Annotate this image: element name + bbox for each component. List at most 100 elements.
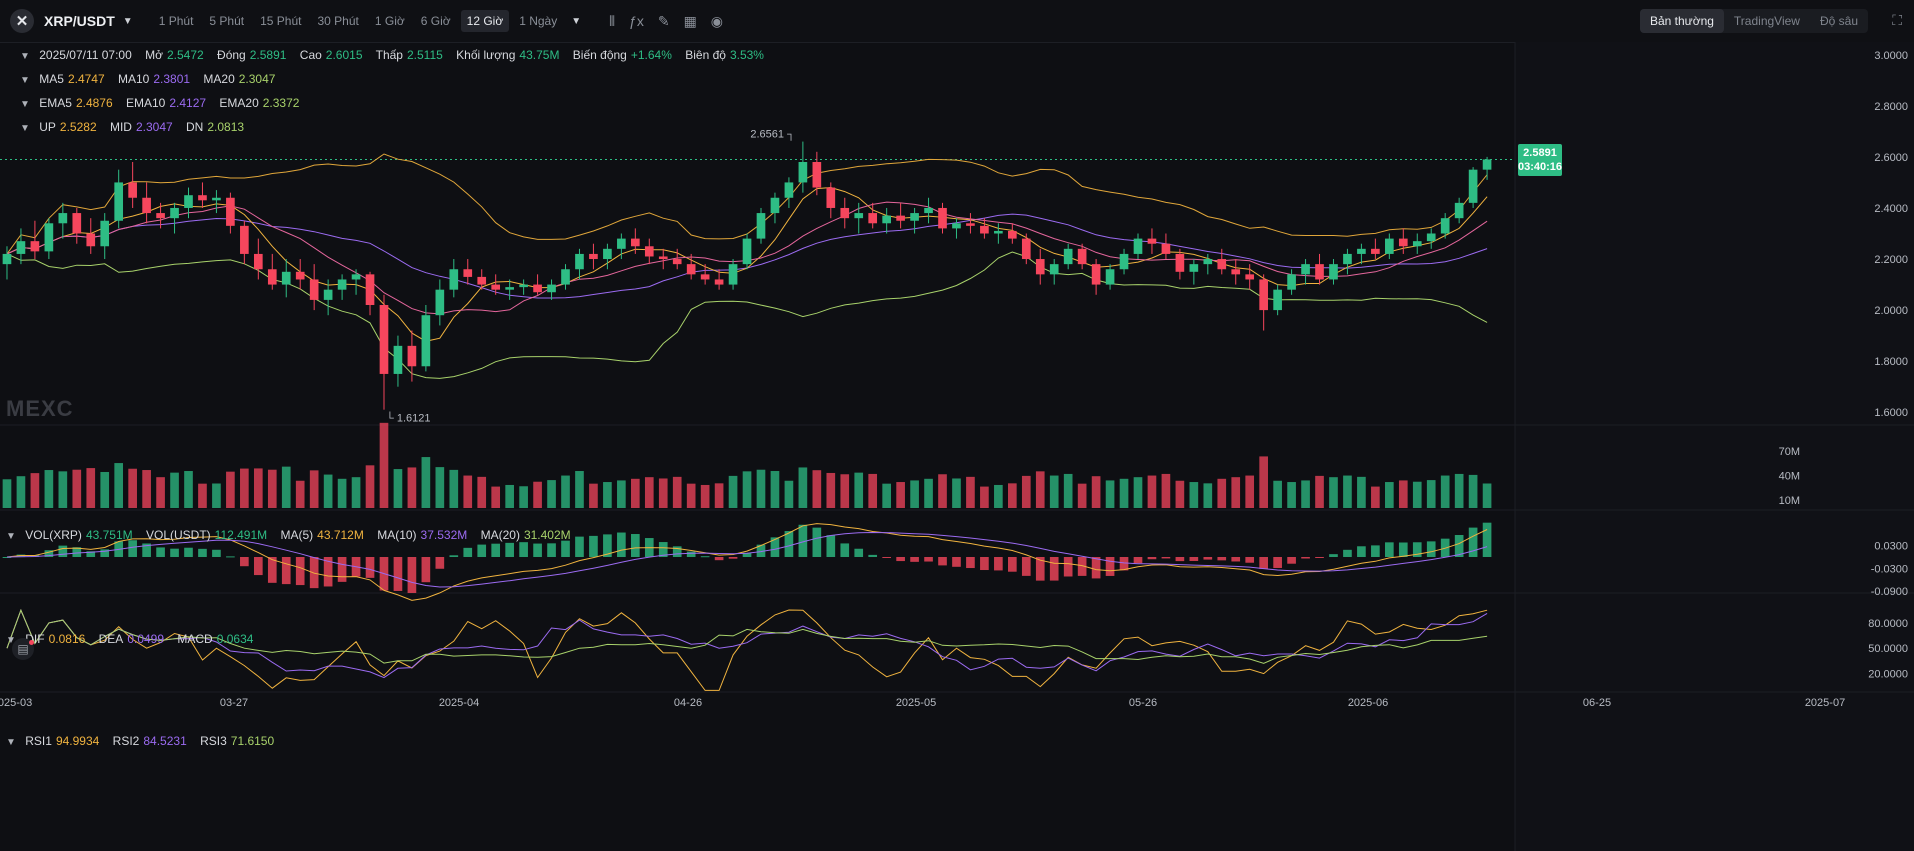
macd-histogram-bar — [435, 557, 445, 569]
volume-bar — [547, 480, 556, 508]
ohlc-time: 2025/07/11 07:00 — [39, 48, 132, 62]
volume-bar — [1189, 482, 1199, 508]
volume-bar — [700, 484, 710, 508]
kline-chart[interactable]: 2.6561 ┐ └ 1.6121 3.0000 2.8000 2.6000 2.4000… — [0, 42, 1914, 851]
volume-bar — [58, 471, 68, 508]
macd-histogram-bar — [1426, 541, 1436, 557]
vol-ma5-value: 43.712M — [317, 528, 364, 542]
vol-ma20-value: 31.402M — [523, 528, 571, 542]
chevron-down-icon[interactable]: ▼ — [6, 737, 16, 748]
volume-bar — [142, 470, 151, 508]
layout-icon[interactable]: ▦ — [684, 13, 697, 30]
rsi-axis-label: 20.0000 — [1868, 669, 1908, 681]
volume-bar — [309, 470, 319, 508]
candle-type-icon[interactable]: ⫴ — [609, 13, 615, 30]
interval-5m[interactable]: 5 Phút — [203, 10, 250, 32]
volume-bar — [212, 483, 221, 508]
chevron-down-icon[interactable]: ▼ — [20, 99, 30, 110]
candle-body — [114, 182, 124, 221]
candle-body — [1147, 238, 1157, 244]
chevron-down-icon[interactable]: ▼ — [6, 531, 16, 542]
interval-30m[interactable]: 30 Phút — [311, 10, 364, 32]
draw-icon[interactable]: ✎ — [658, 13, 670, 30]
high-label: Cao — [299, 48, 322, 62]
view-tab-depth[interactable]: Độ sâu — [1810, 9, 1868, 33]
interval-12h[interactable]: 12 Giờ — [460, 10, 510, 32]
volume-bar — [868, 473, 878, 508]
macd-histogram-bar — [156, 547, 165, 557]
rsi-axis-label: 50.0000 — [1868, 643, 1908, 655]
volume-bar — [1091, 476, 1101, 508]
chevron-down-icon[interactable]: ▼ — [123, 16, 133, 27]
candle-body — [1077, 248, 1087, 265]
view-tab-tradingview[interactable]: TradingView — [1724, 9, 1810, 33]
exchange-watermark: MEXC — [6, 396, 74, 421]
candle-body — [365, 274, 375, 305]
volume-bar — [1203, 483, 1213, 508]
ema5-label: EMA5 — [39, 96, 72, 110]
interval-1h[interactable]: 1 Giờ — [369, 10, 411, 32]
candle-body — [393, 345, 403, 374]
candle-body — [226, 197, 235, 226]
candle-body — [309, 279, 319, 300]
close-icon[interactable]: ✕ — [10, 9, 34, 33]
candle-body — [379, 304, 389, 374]
time-axis-label: 2025-06 — [1348, 697, 1388, 709]
interval-1d[interactable]: 1 Ngày — [513, 10, 563, 32]
vol-usdt-label: VOL(USDT) — [145, 528, 211, 542]
candle-body — [16, 241, 26, 254]
macd-histogram-bar — [1245, 557, 1255, 563]
volume-bar — [1329, 477, 1338, 508]
rsi3-value: 71.6150 — [230, 734, 275, 748]
macd-histogram-bar — [882, 557, 891, 558]
candle-body — [1105, 269, 1115, 285]
candle-body — [1007, 230, 1017, 239]
volume-bar — [742, 471, 752, 508]
view-tab-normal[interactable]: Bản thường — [1639, 9, 1724, 33]
candle-body — [728, 264, 738, 285]
vol-xrp-value: 43.751M — [85, 528, 133, 542]
camera-icon[interactable]: ◉ — [711, 13, 723, 30]
volume-bar — [910, 480, 919, 508]
candle-body — [267, 269, 277, 285]
macd-histogram-bar — [198, 548, 207, 557]
candle-body — [896, 215, 905, 221]
ma-legend: ▼ MA5 2.4747 MA10 2.3801 MA20 2.3047 — [20, 72, 285, 86]
candle-body — [170, 207, 179, 219]
candle-body — [770, 197, 780, 214]
candle-body — [463, 269, 473, 277]
macd-histogram-bar — [1217, 557, 1227, 561]
fullscreen-icon[interactable]: ⛶ — [1892, 12, 1902, 29]
candle-body — [1035, 259, 1045, 275]
chevron-down-icon[interactable]: ▼ — [20, 75, 30, 86]
boll-mid-value: 2.3047 — [135, 120, 173, 134]
chevron-down-icon[interactable]: ▼ — [20, 51, 30, 62]
interval-1m[interactable]: 1 Phút — [153, 10, 200, 32]
interval-dropdown-icon[interactable]: ▼ — [571, 16, 581, 27]
macd-axis-label: 0.0300 — [1874, 541, 1908, 553]
candle-body — [589, 253, 598, 260]
macd-histogram-bar — [505, 542, 514, 557]
macd-histogram-bar — [1371, 545, 1380, 557]
macd-histogram-bar — [212, 549, 221, 557]
macd-histogram-bar — [728, 557, 738, 559]
symbol-selector[interactable]: XRP/USDT — [44, 13, 115, 29]
volume-bar — [533, 481, 542, 508]
volume-bar — [784, 480, 794, 508]
interval-6h[interactable]: 6 Giờ — [415, 10, 457, 32]
volume-bar — [603, 482, 612, 508]
indicator-icon[interactable]: ƒx — [629, 13, 644, 29]
volume-bar — [86, 468, 96, 508]
candle-body — [295, 271, 305, 280]
time-axis-label: 06-25 — [1583, 697, 1611, 709]
macd-histogram-bar — [1287, 557, 1296, 564]
chevron-down-icon[interactable]: ▼ — [20, 123, 30, 134]
candle-body — [882, 215, 891, 224]
interval-15m[interactable]: 15 Phút — [254, 10, 307, 32]
macd-histogram-bar — [519, 542, 528, 557]
candle-body — [30, 241, 40, 252]
candle-body — [1063, 248, 1073, 265]
volume-bar — [812, 470, 822, 508]
macd-histogram-bar — [714, 557, 724, 561]
volume-bar — [477, 476, 487, 508]
